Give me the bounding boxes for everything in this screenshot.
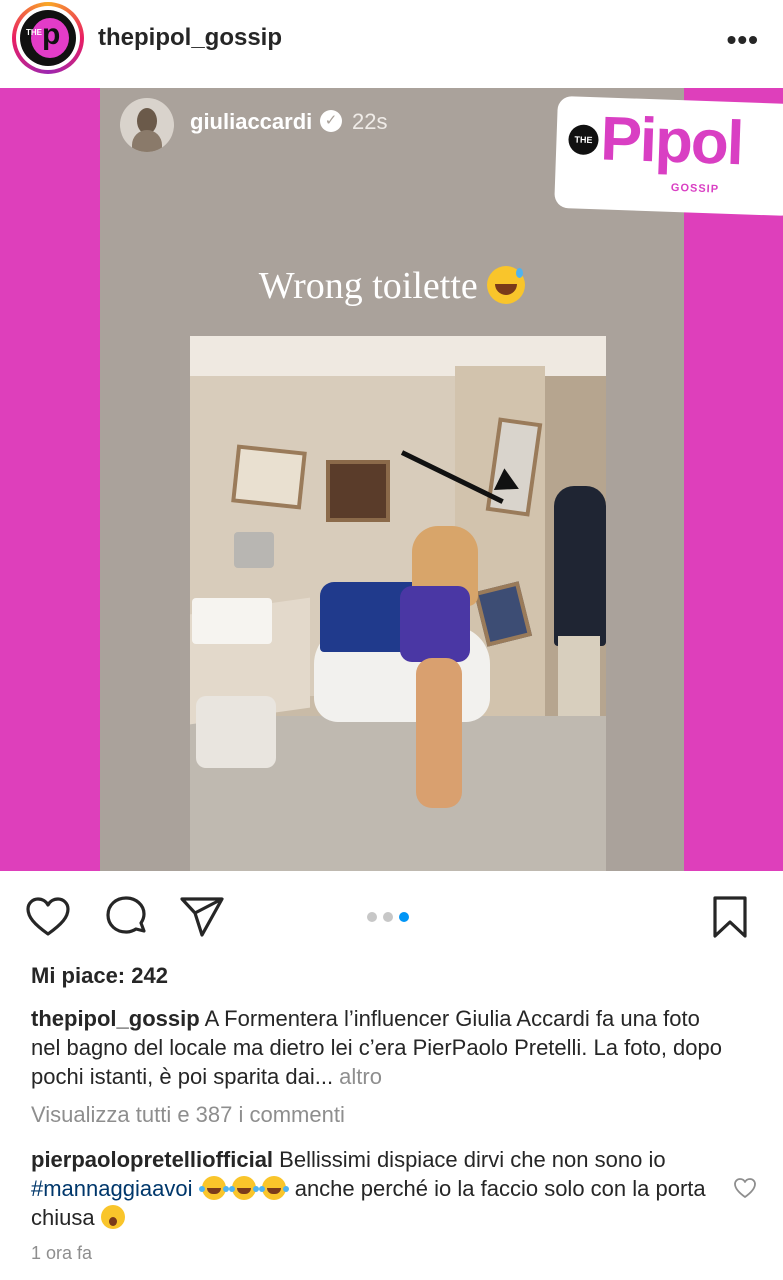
post-caption: thepipol_gossip A Formentera l’influence…: [31, 1004, 731, 1091]
comment-username[interactable]: pierpaolopretelliofficial: [31, 1147, 273, 1172]
sink: [192, 598, 272, 644]
comment-text-before: Bellissimi dispiace dirvi che non sono i…: [273, 1147, 666, 1172]
post-header: p THE thepipol_gossip •••: [0, 0, 783, 88]
story-username: giuliaccardi: [190, 109, 313, 134]
comment: pierpaolopretelliofficial Bellissimi dis…: [31, 1145, 711, 1232]
post-timestamp: 1 ora fa: [31, 1243, 93, 1263]
laughing-tears-emoji-icon: [198, 1176, 226, 1200]
grinning-sweat-emoji-icon: [487, 266, 526, 304]
carousel-dot: [383, 912, 393, 922]
profile-avatar[interactable]: p THE: [12, 2, 84, 74]
story-caption-text: Wrong toilette: [258, 265, 478, 307]
brand-name: Pipol: [599, 104, 744, 179]
laughing-tears-emoji-icon: [228, 1176, 256, 1200]
comment-icon[interactable]: [102, 893, 150, 941]
man-in-background: [554, 486, 606, 646]
carousel-dot: [367, 912, 377, 922]
caption-username[interactable]: thepipol_gossip: [31, 1006, 200, 1031]
brand-the: THE: [567, 124, 600, 156]
heart-icon[interactable]: [24, 893, 72, 941]
mirror: [231, 444, 307, 510]
story-photo: [190, 336, 606, 871]
story-avatar: [120, 98, 174, 152]
brand-logo: THE Pipol GOSSIP: [554, 95, 783, 217]
hand-dryer: [234, 532, 274, 568]
view-all-comments-link[interactable]: Visualizza tutti e 387 i commenti: [31, 1102, 345, 1128]
post-media[interactable]: giuliaccardi ✓ 22s Wrong toilette THE Pi…: [0, 88, 783, 871]
window: [326, 460, 390, 522]
avatar-logo-letter: p: [42, 18, 61, 51]
carousel-dot-active: [399, 912, 409, 922]
bookmark-icon[interactable]: [706, 893, 754, 941]
brand-sub: GOSSIP: [670, 181, 720, 196]
comment-hashtag[interactable]: #mannaggiaavoi: [31, 1176, 192, 1201]
comment-like-heart-icon[interactable]: [733, 1176, 757, 1200]
more-horizontal-icon[interactable]: •••: [727, 24, 759, 56]
story-caption: Wrong toilette: [100, 264, 684, 308]
caption-more-link[interactable]: altro: [333, 1064, 382, 1089]
likes-count[interactable]: Mi piace: 242: [31, 963, 168, 989]
carousel-indicator: [367, 912, 409, 922]
waste-bin: [196, 696, 276, 768]
story-time: 22s: [352, 109, 388, 134]
action-bar: [0, 871, 783, 961]
laughing-tears-emoji-icon: [258, 1176, 286, 1200]
verified-badge-icon: ✓: [320, 110, 342, 132]
post-username[interactable]: thepipol_gossip: [98, 24, 282, 52]
share-icon[interactable]: [178, 893, 226, 941]
surprised-face-emoji-icon: [100, 1205, 125, 1229]
